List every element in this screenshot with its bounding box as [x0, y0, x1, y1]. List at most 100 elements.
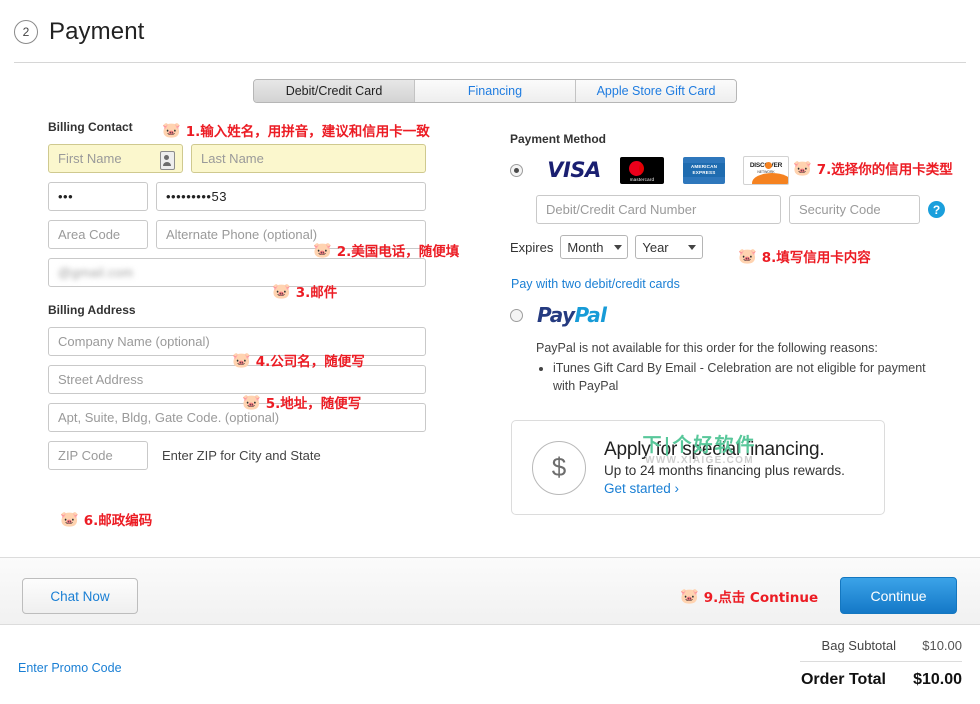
- phone-number-value: •••••••••53: [166, 189, 227, 204]
- payment-method-label: Payment Method: [510, 132, 607, 146]
- first-name-placeholder: First Name: [58, 151, 122, 166]
- mastercard-caption: mastercard: [629, 176, 655, 182]
- continue-button[interactable]: Continue: [840, 577, 957, 614]
- pig-face-icon: 🐷: [272, 281, 291, 300]
- area-code-placeholder: Area Code: [58, 227, 121, 242]
- expiry-month-value: Month: [567, 239, 604, 255]
- card-number-placeholder: Debit/Credit Card Number: [546, 202, 697, 217]
- discover-subcaption: NETWORK: [757, 169, 775, 174]
- annotation-text: 2.美国电话，随便填: [336, 244, 460, 260]
- billing-address-label: Billing Address: [48, 303, 136, 317]
- pig-face-icon: 🐷: [680, 586, 699, 605]
- expiry-year-select[interactable]: Year: [635, 235, 704, 259]
- pig-face-icon: 🐷: [793, 158, 812, 177]
- financing-title: Apply for special financing.: [604, 439, 825, 461]
- annotation-callout-7: 🐷 7.选择你的信用卡类型: [793, 158, 953, 178]
- last-name-input[interactable]: Last Name: [191, 144, 426, 173]
- phone-prefix-value: •••: [58, 189, 74, 204]
- security-code-help-icon[interactable]: ?: [928, 201, 945, 218]
- step-number-badge: 2: [14, 20, 38, 44]
- special-financing-card[interactable]: $ Apply for special financing. Up to 24 …: [511, 420, 885, 516]
- annotation-text: 4.公司名，随便写: [255, 354, 365, 370]
- paypal-logo-part1: Pay: [537, 303, 575, 327]
- financing-get-started-link[interactable]: Get started ›: [604, 481, 845, 496]
- last-name-placeholder: Last Name: [201, 151, 264, 166]
- bag-subtotal-value: $10.00: [922, 638, 962, 653]
- phone-prefix-input[interactable]: •••: [48, 182, 148, 211]
- annotation-callout-5: 🐷 5.地址，随便写: [242, 392, 361, 412]
- apt-suite-placeholder: Apt, Suite, Bldg, Gate Code. (optional): [58, 410, 280, 425]
- dollar-circle-icon: $: [532, 440, 586, 495]
- expires-label: Expires: [510, 239, 554, 255]
- pig-face-icon: 🐷: [60, 509, 79, 528]
- footer-action-bar: [0, 557, 980, 625]
- paypal-logo: PayPal: [537, 303, 608, 327]
- annotation-text: 3.邮件: [295, 285, 338, 301]
- security-code-placeholder: Security Code: [799, 202, 881, 217]
- enter-promo-code-link[interactable]: Enter Promo Code: [18, 661, 122, 675]
- chat-now-button[interactable]: Chat Now: [22, 578, 138, 614]
- pig-face-icon: 🐷: [232, 350, 251, 369]
- bag-subtotal-row: Bag Subtotal $10.00: [762, 638, 962, 653]
- paypal-logo-part2: Pal: [574, 303, 608, 327]
- tab-financing[interactable]: Financing: [415, 80, 576, 102]
- zip-code-placeholder: ZIP Code: [58, 448, 113, 463]
- radio-card-payment[interactable]: [510, 163, 523, 177]
- email-input[interactable]: @gmail.com: [48, 258, 426, 287]
- header-divider: [14, 62, 966, 63]
- pig-face-icon: 🐷: [162, 120, 181, 139]
- chevron-down-icon: [688, 244, 697, 250]
- annotation-callout-6: 🐷 6.邮政编码: [60, 509, 152, 529]
- email-value: @gmail.com: [58, 265, 134, 280]
- tab-debit-credit-card[interactable]: Debit/Credit Card: [254, 80, 415, 102]
- pay-with-two-cards-link[interactable]: Pay with two debit/credit cards: [511, 277, 970, 291]
- alternate-phone-placeholder: Alternate Phone (optional): [166, 227, 318, 242]
- mastercard-logo: mastercard: [611, 156, 673, 184]
- amex-caption: AMERICAN EXPRESS: [683, 163, 725, 177]
- paypal-note-text: PayPal is not available for this order f…: [536, 341, 878, 355]
- area-code-input[interactable]: Area Code: [48, 220, 148, 249]
- annotation-callout-2: 🐷 2.美国电话，随便填: [313, 240, 459, 260]
- first-name-input[interactable]: First Name: [48, 144, 183, 173]
- page-header: 2 Payment: [0, 0, 980, 62]
- card-number-input[interactable]: Debit/Credit Card Number: [536, 195, 781, 224]
- contact-card-icon[interactable]: [160, 151, 175, 170]
- annotation-callout-4: 🐷 4.公司名，随便写: [232, 350, 365, 370]
- page-title: Payment: [49, 18, 145, 45]
- order-total-value: $10.00: [913, 671, 962, 688]
- totals-divider: [800, 661, 962, 662]
- company-name-placeholder: Company Name (optional): [58, 334, 210, 349]
- bag-subtotal-label: Bag Subtotal: [821, 638, 896, 653]
- amex-logo: AMERICAN EXPRESS: [673, 156, 735, 184]
- paypal-reason-item: iTunes Gift Card By Email - Celebration …: [553, 359, 936, 395]
- order-total-row: Order Total $10.00: [762, 671, 962, 689]
- annotation-callout-1: 🐷 1.输入姓名，用拼音，建议和信用卡一致: [162, 120, 430, 140]
- financing-subtitle: Up to 24 months financing plus rewards.: [604, 463, 845, 479]
- order-total-label: Order Total: [800, 671, 886, 688]
- payment-method-column: Payment Method VISA mastercard AMERICAN …: [510, 132, 970, 516]
- payment-type-tabs: Debit/Credit Card Financing Apple Store …: [253, 79, 737, 103]
- zip-hint-text: Enter ZIP for City and State: [162, 448, 321, 463]
- annotation-callout-8: 🐷 8.填写信用卡内容: [738, 246, 871, 266]
- annotation-text: 7.选择你的信用卡类型: [816, 162, 953, 178]
- pig-face-icon: 🐷: [313, 240, 332, 259]
- zip-code-input[interactable]: ZIP Code: [48, 441, 148, 470]
- step-heading: 2 Payment: [14, 18, 144, 46]
- annotation-text: 5.地址，随便写: [265, 396, 362, 412]
- annotation-callout-9: 🐷 9.点击 Continue: [680, 586, 818, 606]
- annotation-callout-3: 🐷 3.邮件: [272, 281, 337, 301]
- apt-suite-input[interactable]: Apt, Suite, Bldg, Gate Code. (optional): [48, 403, 426, 432]
- pig-face-icon: 🐷: [242, 392, 261, 411]
- street-address-placeholder: Street Address: [58, 372, 144, 387]
- expiry-year-value: Year: [642, 239, 669, 255]
- security-code-input[interactable]: Security Code: [789, 195, 920, 224]
- expiry-month-select[interactable]: Month: [560, 235, 629, 259]
- tab-apple-store-gift-card[interactable]: Apple Store Gift Card: [576, 80, 736, 102]
- discover-logo: DISCOVER NETWORK: [735, 155, 797, 185]
- phone-number-input[interactable]: •••••••••53: [156, 182, 426, 211]
- paypal-unavailable-note: PayPal is not available for this order f…: [536, 339, 936, 395]
- annotation-text: 1.输入姓名，用拼音，建议和信用卡一致: [185, 124, 430, 140]
- radio-paypal-payment[interactable]: [510, 308, 523, 322]
- visa-logo: VISA: [537, 157, 611, 183]
- annotation-text: 6.邮政编码: [83, 513, 153, 529]
